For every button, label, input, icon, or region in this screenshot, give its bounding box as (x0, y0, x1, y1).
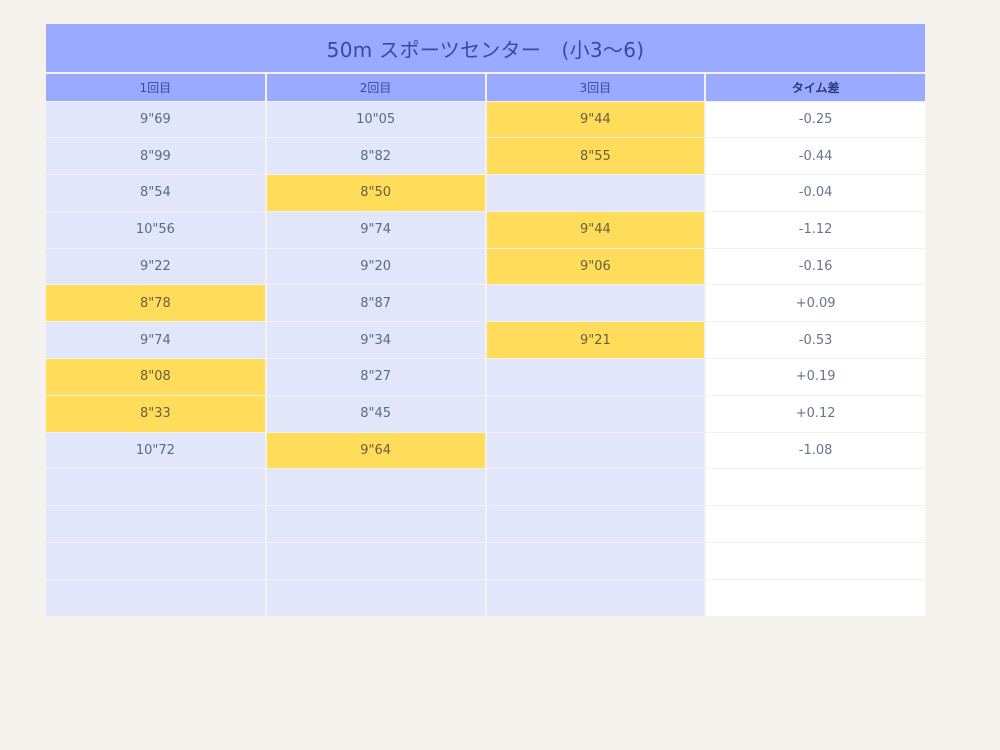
table-row (46, 542, 925, 580)
attempt-2-cell[interactable]: 8"87 (265, 284, 487, 322)
attempt-1-cell[interactable]: 8"08 (46, 358, 267, 396)
attempt-2-cell[interactable] (265, 505, 487, 543)
attempt-1-cell[interactable] (46, 468, 267, 506)
attempt-2-cell[interactable] (265, 468, 487, 506)
attempt-3-cell[interactable] (485, 394, 707, 433)
time-diff-cell[interactable] (705, 578, 925, 617)
header-row: 1回目 2回目 3回目 タイム差 (46, 72, 925, 101)
table-row (46, 468, 925, 506)
column-header-3: 3回目 (485, 72, 707, 101)
time-sheet: 50m スポーツセンター (小3〜6) 1回目 2回目 3回目 タイム差 9"6… (46, 24, 925, 617)
attempt-3-cell[interactable] (485, 358, 707, 396)
attempt-1-cell[interactable] (46, 542, 267, 580)
time-diff-cell[interactable]: -0.53 (705, 321, 925, 359)
attempt-2-cell[interactable]: 9"74 (265, 210, 487, 249)
table-row: 8"33 8"45 +0.12 (46, 394, 925, 433)
attempt-3-cell[interactable] (485, 174, 707, 212)
attempt-2-cell[interactable]: 8"27 (265, 358, 487, 396)
attempt-1-cell[interactable]: 10"72 (46, 431, 267, 469)
results-body: 9"69 10"05 9"44 -0.25 8"99 8"82 8"55 -0.44 8"54 8… (46, 100, 925, 617)
attempt-1-cell[interactable]: 8"99 (46, 137, 267, 175)
attempt-3-cell[interactable]: 9"06 (485, 247, 707, 285)
time-diff-cell[interactable]: -1.08 (705, 431, 925, 469)
table-row (46, 578, 925, 617)
time-diff-cell[interactable]: -0.04 (705, 174, 925, 212)
attempt-2-cell[interactable]: 9"64 (265, 431, 487, 469)
attempt-3-cell[interactable] (485, 542, 707, 580)
table-row: 9"69 10"05 9"44 -0.25 (46, 100, 925, 138)
table-row: 8"99 8"82 8"55 -0.44 (46, 137, 925, 175)
time-diff-cell[interactable] (705, 505, 925, 543)
time-diff-cell[interactable]: -0.16 (705, 247, 925, 285)
column-header-diff: タイム差 (705, 72, 925, 101)
attempt-3-cell[interactable] (485, 468, 707, 506)
attempt-3-cell[interactable]: 9"44 (485, 210, 707, 249)
time-diff-cell[interactable]: +0.19 (705, 358, 925, 396)
attempt-3-cell[interactable] (485, 505, 707, 543)
table-row: 8"54 8"50 -0.04 (46, 174, 925, 212)
attempt-3-cell[interactable]: 9"44 (485, 100, 707, 138)
attempt-3-cell[interactable]: 9"21 (485, 321, 707, 359)
time-diff-cell[interactable]: -1.12 (705, 210, 925, 249)
attempt-2-cell[interactable]: 10"05 (265, 100, 487, 138)
time-diff-cell[interactable] (705, 468, 925, 506)
attempt-1-cell[interactable]: 8"33 (46, 394, 267, 433)
attempt-3-cell[interactable] (485, 431, 707, 469)
sheet-title: 50m スポーツセンター (小3〜6) (46, 24, 925, 72)
attempt-1-cell[interactable] (46, 578, 267, 617)
results-table: 1回目 2回目 3回目 タイム差 9"69 10"05 9"44 -0.25 8"99 8… (46, 72, 925, 617)
attempt-1-cell[interactable] (46, 505, 267, 543)
attempt-1-cell[interactable]: 9"69 (46, 100, 267, 138)
time-diff-cell[interactable]: -0.25 (705, 100, 925, 138)
attempt-3-cell[interactable] (485, 578, 707, 617)
attempt-2-cell[interactable]: 9"34 (265, 321, 487, 359)
attempt-1-cell[interactable]: 8"54 (46, 174, 267, 212)
time-diff-cell[interactable] (705, 542, 925, 580)
table-row (46, 505, 925, 543)
attempt-3-cell[interactable]: 8"55 (485, 137, 707, 175)
attempt-1-cell[interactable]: 8"78 (46, 284, 267, 322)
attempt-1-cell[interactable]: 9"74 (46, 321, 267, 359)
table-row: 10"72 9"64 -1.08 (46, 431, 925, 469)
attempt-1-cell[interactable]: 10"56 (46, 210, 267, 249)
time-diff-cell[interactable]: +0.12 (705, 394, 925, 433)
table-row: 9"74 9"34 9"21 -0.53 (46, 321, 925, 359)
attempt-2-cell[interactable]: 8"82 (265, 137, 487, 175)
column-header-2: 2回目 (265, 72, 487, 101)
attempt-2-cell[interactable]: 8"50 (265, 174, 487, 212)
table-row: 9"22 9"20 9"06 -0.16 (46, 247, 925, 285)
attempt-2-cell[interactable] (265, 578, 487, 617)
time-diff-cell[interactable]: +0.09 (705, 284, 925, 322)
column-header-1: 1回目 (46, 72, 267, 101)
table-row: 8"78 8"87 +0.09 (46, 284, 925, 322)
attempt-2-cell[interactable] (265, 542, 487, 580)
table-row: 8"08 8"27 +0.19 (46, 358, 925, 396)
attempt-1-cell[interactable]: 9"22 (46, 247, 267, 285)
attempt-3-cell[interactable] (485, 284, 707, 322)
time-diff-cell[interactable]: -0.44 (705, 137, 925, 175)
attempt-2-cell[interactable]: 9"20 (265, 247, 487, 285)
attempt-2-cell[interactable]: 8"45 (265, 394, 487, 433)
table-row: 10"56 9"74 9"44 -1.12 (46, 210, 925, 249)
